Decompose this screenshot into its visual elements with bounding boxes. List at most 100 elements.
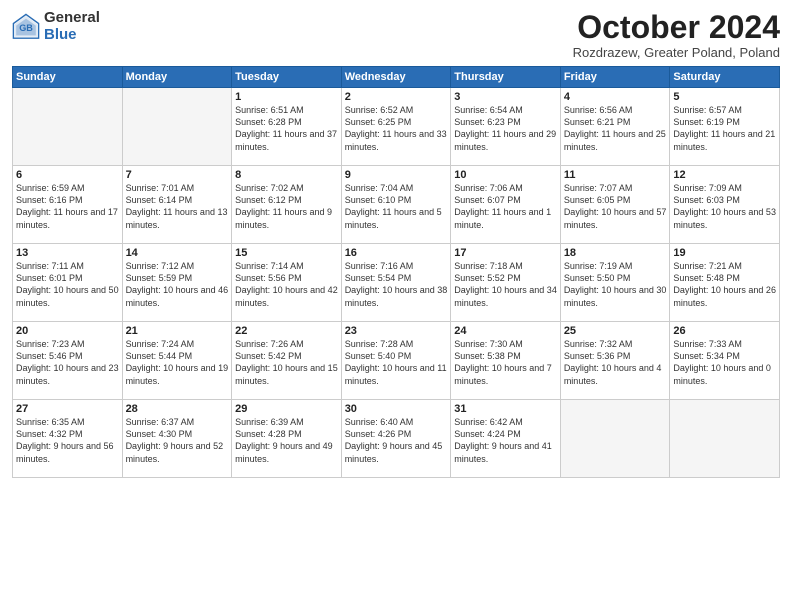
day-cell: 7Sunrise: 7:01 AMSunset: 6:14 PMDaylight… — [122, 166, 232, 244]
day-cell: 13Sunrise: 7:11 AMSunset: 6:01 PMDayligh… — [13, 244, 123, 322]
day-number: 23 — [345, 325, 448, 337]
day-cell: 6Sunrise: 6:59 AMSunset: 6:16 PMDaylight… — [13, 166, 123, 244]
col-tuesday: Tuesday — [232, 67, 342, 88]
location: Rozdrazew, Greater Poland, Poland — [573, 45, 780, 60]
day-number: 8 — [235, 169, 338, 181]
col-monday: Monday — [122, 67, 232, 88]
week-row-4: 27Sunrise: 6:35 AMSunset: 4:32 PMDayligh… — [13, 400, 780, 478]
day-info: Sunrise: 7:28 AMSunset: 5:40 PMDaylight:… — [345, 338, 448, 387]
day-cell: 28Sunrise: 6:37 AMSunset: 4:30 PMDayligh… — [122, 400, 232, 478]
title-area: October 2024 Rozdrazew, Greater Poland, … — [573, 10, 780, 60]
day-cell: 30Sunrise: 6:40 AMSunset: 4:26 PMDayligh… — [341, 400, 451, 478]
day-info: Sunrise: 7:14 AMSunset: 5:56 PMDaylight:… — [235, 260, 338, 309]
day-cell: 3Sunrise: 6:54 AMSunset: 6:23 PMDaylight… — [451, 88, 561, 166]
day-info: Sunrise: 7:16 AMSunset: 5:54 PMDaylight:… — [345, 260, 448, 309]
day-cell: 15Sunrise: 7:14 AMSunset: 5:56 PMDayligh… — [232, 244, 342, 322]
day-number: 17 — [454, 247, 557, 259]
day-info: Sunrise: 7:18 AMSunset: 5:52 PMDaylight:… — [454, 260, 557, 309]
day-info: Sunrise: 6:39 AMSunset: 4:28 PMDaylight:… — [235, 416, 338, 465]
col-saturday: Saturday — [670, 67, 780, 88]
day-number: 2 — [345, 91, 448, 103]
day-number: 11 — [564, 169, 667, 181]
week-row-1: 6Sunrise: 6:59 AMSunset: 6:16 PMDaylight… — [13, 166, 780, 244]
day-cell: 17Sunrise: 7:18 AMSunset: 5:52 PMDayligh… — [451, 244, 561, 322]
day-number: 10 — [454, 169, 557, 181]
day-cell: 8Sunrise: 7:02 AMSunset: 6:12 PMDaylight… — [232, 166, 342, 244]
day-number: 28 — [126, 403, 229, 415]
day-number: 15 — [235, 247, 338, 259]
day-cell — [122, 88, 232, 166]
day-number: 7 — [126, 169, 229, 181]
day-number: 18 — [564, 247, 667, 259]
day-info: Sunrise: 6:56 AMSunset: 6:21 PMDaylight:… — [564, 104, 667, 153]
day-info: Sunrise: 6:57 AMSunset: 6:19 PMDaylight:… — [673, 104, 776, 153]
col-thursday: Thursday — [451, 67, 561, 88]
day-number: 13 — [16, 247, 119, 259]
day-number: 12 — [673, 169, 776, 181]
day-cell: 29Sunrise: 6:39 AMSunset: 4:28 PMDayligh… — [232, 400, 342, 478]
col-friday: Friday — [560, 67, 670, 88]
day-number: 9 — [345, 169, 448, 181]
page-container: GB General Blue October 2024 Rozdrazew, … — [0, 0, 792, 486]
day-number: 5 — [673, 91, 776, 103]
day-number: 6 — [16, 169, 119, 181]
week-row-0: 1Sunrise: 6:51 AMSunset: 6:28 PMDaylight… — [13, 88, 780, 166]
day-cell: 27Sunrise: 6:35 AMSunset: 4:32 PMDayligh… — [13, 400, 123, 478]
logo-blue: Blue — [44, 27, 100, 44]
day-number: 4 — [564, 91, 667, 103]
day-info: Sunrise: 6:51 AMSunset: 6:28 PMDaylight:… — [235, 104, 338, 153]
day-number: 29 — [235, 403, 338, 415]
day-number: 27 — [16, 403, 119, 415]
day-info: Sunrise: 6:42 AMSunset: 4:24 PMDaylight:… — [454, 416, 557, 465]
day-info: Sunrise: 7:12 AMSunset: 5:59 PMDaylight:… — [126, 260, 229, 309]
logo-general: General — [44, 10, 100, 27]
day-info: Sunrise: 6:59 AMSunset: 6:16 PMDaylight:… — [16, 182, 119, 231]
day-info: Sunrise: 6:35 AMSunset: 4:32 PMDaylight:… — [16, 416, 119, 465]
logo-text: General Blue — [44, 10, 100, 43]
day-number: 19 — [673, 247, 776, 259]
day-cell: 26Sunrise: 7:33 AMSunset: 5:34 PMDayligh… — [670, 322, 780, 400]
day-cell: 21Sunrise: 7:24 AMSunset: 5:44 PMDayligh… — [122, 322, 232, 400]
day-info: Sunrise: 7:19 AMSunset: 5:50 PMDaylight:… — [564, 260, 667, 309]
day-number: 20 — [16, 325, 119, 337]
day-cell: 5Sunrise: 6:57 AMSunset: 6:19 PMDaylight… — [670, 88, 780, 166]
day-number: 3 — [454, 91, 557, 103]
col-wednesday: Wednesday — [341, 67, 451, 88]
day-cell: 16Sunrise: 7:16 AMSunset: 5:54 PMDayligh… — [341, 244, 451, 322]
day-cell: 19Sunrise: 7:21 AMSunset: 5:48 PMDayligh… — [670, 244, 780, 322]
day-info: Sunrise: 7:33 AMSunset: 5:34 PMDaylight:… — [673, 338, 776, 387]
day-info: Sunrise: 6:52 AMSunset: 6:25 PMDaylight:… — [345, 104, 448, 153]
day-cell: 25Sunrise: 7:32 AMSunset: 5:36 PMDayligh… — [560, 322, 670, 400]
day-info: Sunrise: 7:11 AMSunset: 6:01 PMDaylight:… — [16, 260, 119, 309]
day-cell: 24Sunrise: 7:30 AMSunset: 5:38 PMDayligh… — [451, 322, 561, 400]
day-info: Sunrise: 7:23 AMSunset: 5:46 PMDaylight:… — [16, 338, 119, 387]
day-info: Sunrise: 7:09 AMSunset: 6:03 PMDaylight:… — [673, 182, 776, 231]
col-sunday: Sunday — [13, 67, 123, 88]
day-cell: 23Sunrise: 7:28 AMSunset: 5:40 PMDayligh… — [341, 322, 451, 400]
week-row-2: 13Sunrise: 7:11 AMSunset: 6:01 PMDayligh… — [13, 244, 780, 322]
svg-text:GB: GB — [19, 23, 33, 33]
day-info: Sunrise: 6:40 AMSunset: 4:26 PMDaylight:… — [345, 416, 448, 465]
day-info: Sunrise: 7:01 AMSunset: 6:14 PMDaylight:… — [126, 182, 229, 231]
day-cell: 2Sunrise: 6:52 AMSunset: 6:25 PMDaylight… — [341, 88, 451, 166]
day-number: 14 — [126, 247, 229, 259]
day-info: Sunrise: 7:30 AMSunset: 5:38 PMDaylight:… — [454, 338, 557, 387]
day-number: 24 — [454, 325, 557, 337]
day-number: 26 — [673, 325, 776, 337]
day-cell: 9Sunrise: 7:04 AMSunset: 6:10 PMDaylight… — [341, 166, 451, 244]
day-cell: 12Sunrise: 7:09 AMSunset: 6:03 PMDayligh… — [670, 166, 780, 244]
day-cell: 14Sunrise: 7:12 AMSunset: 5:59 PMDayligh… — [122, 244, 232, 322]
day-info: Sunrise: 6:54 AMSunset: 6:23 PMDaylight:… — [454, 104, 557, 153]
day-cell: 20Sunrise: 7:23 AMSunset: 5:46 PMDayligh… — [13, 322, 123, 400]
day-number: 31 — [454, 403, 557, 415]
day-number: 30 — [345, 403, 448, 415]
week-row-3: 20Sunrise: 7:23 AMSunset: 5:46 PMDayligh… — [13, 322, 780, 400]
header-row: Sunday Monday Tuesday Wednesday Thursday… — [13, 67, 780, 88]
month-title: October 2024 — [573, 10, 780, 45]
day-cell — [13, 88, 123, 166]
day-cell: 4Sunrise: 6:56 AMSunset: 6:21 PMDaylight… — [560, 88, 670, 166]
day-number: 21 — [126, 325, 229, 337]
day-number: 16 — [345, 247, 448, 259]
day-info: Sunrise: 7:21 AMSunset: 5:48 PMDaylight:… — [673, 260, 776, 309]
day-number: 1 — [235, 91, 338, 103]
